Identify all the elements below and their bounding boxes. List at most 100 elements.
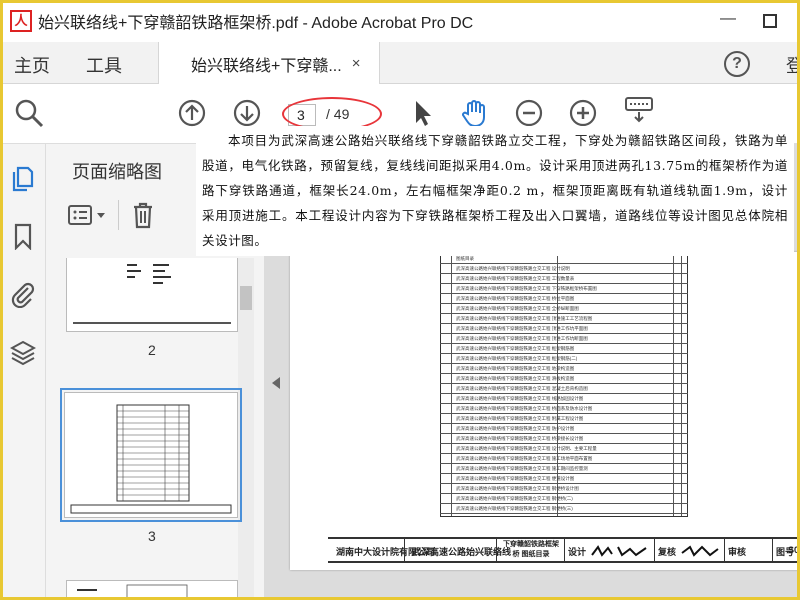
chevron-down-icon[interactable]	[96, 212, 106, 220]
keyboard-icon[interactable]	[624, 94, 654, 124]
table-row: 武深高速公路始兴联络线下穿赣韶铁路立交工程 钢便桥(三)	[456, 506, 573, 511]
table-row: 武深高速公路始兴联络线下穿赣韶铁路立交工程 顶进工作坑断面图	[456, 336, 588, 341]
table-row: 武深高速公路始兴联络线下穿赣韶铁路立交工程 桥面系及防水设计图	[456, 406, 593, 411]
page-thumbnails-icon[interactable]	[10, 164, 36, 192]
table-row: 武深高速公路始兴联络线下穿赣韶铁路立交工程 下穿铁路框架桥布置图	[456, 286, 597, 291]
table-row: 武深高速公路始兴联络线下穿赣韶铁路立交工程 钢便桥(二)	[456, 496, 573, 501]
zoom-in-icon[interactable]	[568, 98, 598, 128]
table-row-line	[440, 283, 688, 284]
window-title: 始兴联络线+下穿赣韶铁路框架桥.pdf - Adobe Acrobat Pro …	[38, 15, 474, 32]
layers-icon[interactable]	[10, 338, 36, 366]
table-row-line	[440, 383, 688, 384]
signature-mark	[681, 545, 719, 557]
minimize-button[interactable]: —	[720, 10, 736, 28]
table-row-line	[440, 443, 688, 444]
page-down-icon[interactable]	[232, 98, 262, 128]
signature-mark	[591, 545, 647, 557]
titleblock-audit: 审核	[728, 547, 747, 557]
trash-icon[interactable]	[128, 200, 158, 230]
page-up-icon[interactable]	[177, 98, 207, 128]
titleblock-drawing-no-label: 图号	[776, 547, 795, 557]
title-bar: 人 始兴联络线+下穿赣韶铁路框架桥.pdf - Adobe Acrobat Pr…	[0, 0, 800, 42]
table-row: 武深高速公路始兴联络线下穿赣韶铁路立交工程 框架钢筋(二)	[456, 356, 578, 361]
divider	[118, 200, 119, 230]
thumbnail-page-2[interactable]	[66, 258, 238, 332]
document-tab[interactable]: 始兴联络线+下穿赣... ×	[158, 42, 380, 85]
titleblock-divider	[772, 539, 773, 561]
titleblock-divider	[724, 539, 725, 561]
table-row-line	[440, 423, 688, 424]
scrollbar-thumb[interactable]	[240, 286, 252, 310]
table-row: 武深高速公路始兴联络线下穿赣韶铁路立交工程 附属工程设计图	[456, 416, 584, 421]
table-row-line	[440, 433, 688, 434]
table-row: 武深高速公路始兴联络线下穿赣韶铁路立交工程 框架钢筋图	[456, 346, 575, 351]
table-row-line	[440, 373, 688, 374]
thumbnail-page-3-preview	[70, 404, 232, 514]
document-tab-label: 始兴联络线+下穿赣...	[191, 57, 342, 75]
table-row-line	[440, 333, 688, 334]
table-row: 武深高速公路始兴联络线下穿赣韶铁路立交工程 施工期间监控量测	[456, 466, 588, 471]
table-row-line	[440, 313, 688, 314]
thumbnail-page-number: 2	[148, 342, 156, 358]
thumbnail-options-icon[interactable]	[66, 200, 96, 230]
hand-icon[interactable]	[459, 98, 489, 128]
table-row-line	[440, 413, 688, 414]
close-tab-icon[interactable]: ×	[352, 55, 361, 72]
thumbnail-page-2-preview	[73, 264, 231, 324]
zoom-out-icon[interactable]	[514, 98, 544, 128]
table-row-line	[440, 463, 688, 464]
table-row-line	[440, 493, 688, 494]
table-row: 武深高速公路始兴联络线下穿赣韶铁路立交工程 便道设计图	[456, 476, 575, 481]
titleblock-divider	[654, 539, 655, 561]
table-row-line	[440, 393, 688, 394]
table-row-line	[440, 303, 688, 304]
table-row: 武深高速公路始兴联络线下穿赣韶铁路立交工程 线路加固设计图	[456, 396, 584, 401]
table-row: 武深高速公路始兴联络线下穿赣韶铁路立交工程 桥梁接长设计图	[456, 436, 584, 441]
help-icon[interactable]: ?	[724, 51, 750, 77]
table-row: 武深高速公路始兴联络线下穿赣韶铁路立交工程 设计说明、主要工程量	[456, 446, 597, 451]
table-row-line	[440, 403, 688, 404]
left-icon-rail	[0, 144, 46, 600]
bookmark-icon[interactable]	[10, 222, 36, 250]
panel-title: 页面缩略图	[72, 162, 162, 182]
titleblock-divider	[404, 539, 405, 561]
titleblock-review: 复核	[658, 547, 677, 557]
table-row: 武深高速公路始兴联络线下穿赣韶铁路立交工程 混凝土后背构造图	[456, 386, 588, 391]
thumbnail-page-3[interactable]	[64, 392, 238, 518]
table-row: 武深高速公路始兴联络线下穿赣韶铁路立交工程 滑板构造图	[456, 376, 575, 381]
table-row: 武深高速公路始兴联络线下穿赣韶铁路立交工程 设计说明	[456, 266, 570, 271]
drawing-titleblock: 湖南中大设计院有限公司 武深高速公路始兴联络线 下穿赣韶铁路框架桥 图纸目录 设…	[328, 537, 800, 563]
select-cursor-icon[interactable]	[408, 98, 438, 128]
table-row: 武深高速公路始兴联络线下穿赣韶铁路立交工程 顶进工作坑平面图	[456, 326, 588, 331]
search-icon[interactable]	[14, 98, 44, 128]
attachment-icon[interactable]	[10, 280, 36, 308]
tab-tools[interactable]: 工具	[86, 52, 122, 78]
table-row-line	[440, 363, 688, 364]
titleblock-divider	[564, 539, 565, 561]
table-row-line	[440, 273, 688, 274]
tab-home[interactable]: 主页	[14, 52, 50, 78]
table-row: 武深高速公路始兴联络线下穿赣韶铁路立交工程 全桥纵断面图	[456, 306, 579, 311]
acrobat-logo-icon: 人	[10, 10, 32, 32]
project-description-overlay: 本项目为武深高速公路始兴联络线下穿赣韶铁路立交工程，下穿处为赣韶铁路区间段，铁路…	[196, 126, 794, 256]
table-row: 图纸目录	[456, 256, 474, 261]
table-row-line	[440, 453, 688, 454]
thumbnail-page-number: 3	[148, 528, 156, 544]
sign-in-link[interactable]: 登	[786, 52, 800, 78]
table-row-line	[440, 353, 688, 354]
collapse-panel-icon[interactable]	[272, 377, 280, 389]
titleblock-divider	[496, 539, 497, 561]
tab-row: 主页 工具 始兴联络线+下穿赣... × ? 登	[0, 42, 800, 85]
table-row-line	[440, 483, 688, 484]
table-row: 武深高速公路始兴联络线下穿赣韶铁路立交工程 顶进施工工艺流程图	[456, 316, 593, 321]
table-row-line	[440, 263, 688, 264]
maximize-button[interactable]	[763, 14, 777, 28]
table-row-line	[440, 343, 688, 344]
titleblock-design: 设计	[568, 547, 587, 557]
table-row-line	[440, 323, 688, 324]
thumbnail-page-4-preview	[77, 584, 188, 600]
titleblock-drawing-title: 下穿赣韶铁路框架桥 图纸目录	[503, 541, 559, 558]
thumbnail-page-4[interactable]	[66, 580, 238, 600]
table-row: 武深高速公路始兴联络线下穿赣韶铁路立交工程 施工场地平面布置图	[456, 456, 593, 461]
table-row-line	[440, 513, 688, 514]
